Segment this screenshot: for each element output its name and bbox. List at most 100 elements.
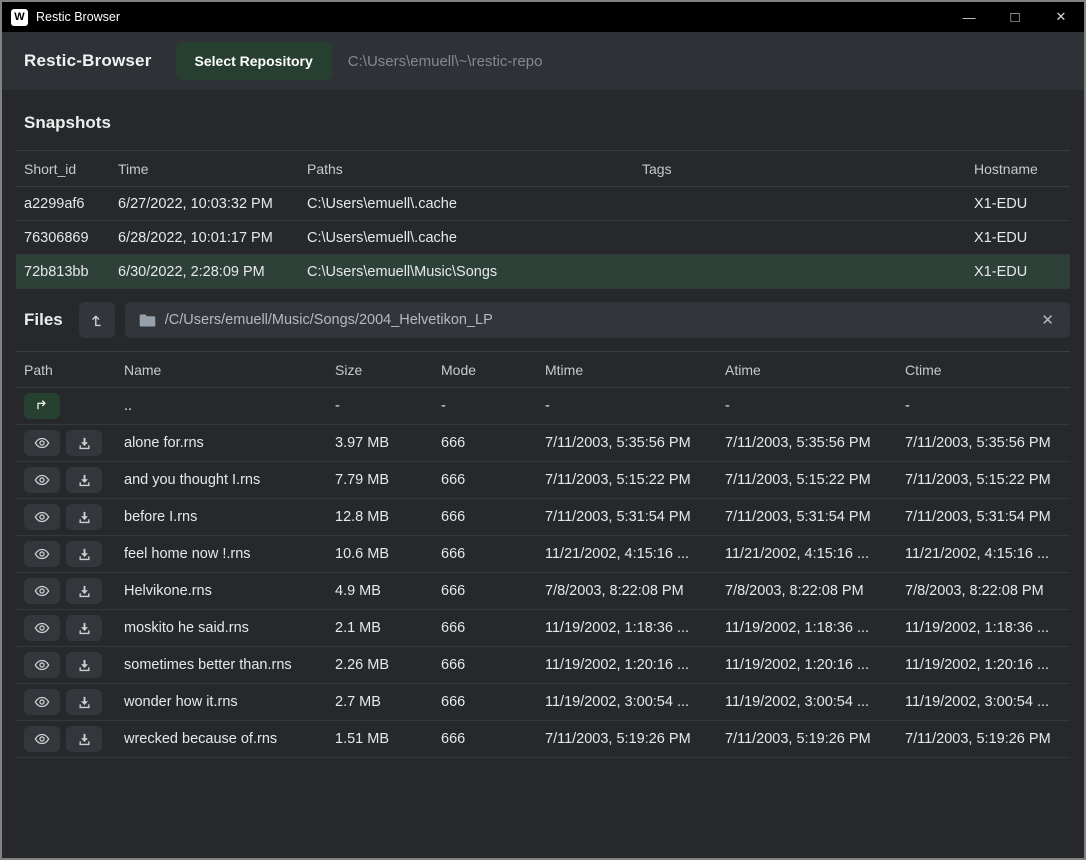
window-title: Restic Browser <box>36 10 946 24</box>
file-name: sometimes better than.rns <box>116 657 327 673</box>
download-file-button[interactable] <box>66 652 102 678</box>
folder-icon <box>139 313 156 328</box>
repository-path: C:\Users\emuell\~\restic-repo <box>348 53 543 70</box>
file-ctime: 7/11/2003, 5:19:26 PM <box>897 731 1070 747</box>
file-size: 4.9 MB <box>327 583 433 599</box>
close-icon: ✕ <box>1056 9 1067 25</box>
snapshot-paths: C:\Users\emuell\.cache <box>299 230 634 246</box>
file-ctime: 7/11/2003, 5:15:22 PM <box>897 472 1070 488</box>
app-title: Restic-Browser <box>24 51 152 71</box>
download-file-button[interactable] <box>66 467 102 493</box>
file-mode: 666 <box>433 435 537 451</box>
go-up-level-button[interactable] <box>79 302 115 338</box>
file-name: feel home now !.rns <box>116 546 327 562</box>
download-icon <box>77 436 92 451</box>
file-mtime: 7/11/2003, 5:19:26 PM <box>537 731 717 747</box>
preview-file-button[interactable] <box>24 689 60 715</box>
eye-icon <box>34 546 50 562</box>
file-mode: 666 <box>433 546 537 562</box>
file-ctime: 11/21/2002, 4:15:16 ... <box>897 546 1070 562</box>
download-file-button[interactable] <box>66 578 102 604</box>
file-size: 12.8 MB <box>327 509 433 525</box>
snapshot-row[interactable]: 76306869 6/28/2022, 10:01:17 PM C:\Users… <box>16 221 1070 255</box>
eye-icon <box>34 583 50 599</box>
file-row: and you thought I.rns 7.79 MB 666 7/11/2… <box>16 462 1070 499</box>
file-size: - <box>327 398 433 414</box>
download-icon <box>77 621 92 636</box>
file-name: alone for.rns <box>116 435 327 451</box>
minimize-button[interactable]: — <box>946 2 992 32</box>
download-file-button[interactable] <box>66 726 102 752</box>
preview-file-button[interactable] <box>24 430 60 456</box>
download-icon <box>77 510 92 525</box>
download-file-button[interactable] <box>66 430 102 456</box>
snapshot-short-id: 72b813bb <box>16 264 110 280</box>
snapshot-row-selected[interactable]: 72b813bb 6/30/2022, 2:28:09 PM C:\Users\… <box>16 255 1070 289</box>
preview-file-button[interactable] <box>24 578 60 604</box>
download-file-button[interactable] <box>66 689 102 715</box>
file-mtime: 11/19/2002, 1:20:16 ... <box>537 657 717 673</box>
file-name: .. <box>116 398 327 414</box>
download-file-button[interactable] <box>66 615 102 641</box>
file-mode: 666 <box>433 509 537 525</box>
snapshots-section-title: Snapshots <box>2 90 1084 150</box>
download-file-button[interactable] <box>66 541 102 567</box>
column-header-mode: Mode <box>433 362 537 378</box>
file-row: Helvikone.rns 4.9 MB 666 7/8/2003, 8:22:… <box>16 573 1070 610</box>
preview-file-button[interactable] <box>24 504 60 530</box>
clear-path-icon: ✕ <box>1041 312 1054 329</box>
eye-icon <box>34 435 50 451</box>
column-header-ctime: Ctime <box>897 362 1070 378</box>
minimize-icon: — <box>963 10 976 25</box>
file-atime: 11/19/2002, 1:20:16 ... <box>717 657 897 673</box>
file-mtime: 7/8/2003, 8:22:08 PM <box>537 583 717 599</box>
file-mode: 666 <box>433 472 537 488</box>
file-row: sometimes better than.rns 2.26 MB 666 11… <box>16 647 1070 684</box>
app-icon-letter: W <box>14 11 24 23</box>
download-icon <box>77 584 92 599</box>
preview-file-button[interactable] <box>24 726 60 752</box>
go-parent-directory-button[interactable] <box>24 393 60 419</box>
file-size: 7.79 MB <box>327 472 433 488</box>
snapshot-time: 6/28/2022, 10:01:17 PM <box>110 230 299 246</box>
maximize-icon: □ <box>1010 9 1019 26</box>
preview-file-button[interactable] <box>24 652 60 678</box>
close-button[interactable]: ✕ <box>1038 2 1084 32</box>
file-name: wonder how it.rns <box>116 694 327 710</box>
file-size: 3.97 MB <box>327 435 433 451</box>
snapshot-short-id: 76306869 <box>16 230 110 246</box>
select-repository-button[interactable]: Select Repository <box>176 42 332 80</box>
file-row: moskito he said.rns 2.1 MB 666 11/19/200… <box>16 610 1070 647</box>
download-icon <box>77 695 92 710</box>
preview-file-button[interactable] <box>24 615 60 641</box>
preview-file-button[interactable] <box>24 541 60 567</box>
file-mtime: 7/11/2003, 5:35:56 PM <box>537 435 717 451</box>
file-ctime: 11/19/2002, 1:20:16 ... <box>897 657 1070 673</box>
eye-icon <box>34 620 50 636</box>
snapshot-row[interactable]: a2299af6 6/27/2022, 10:03:32 PM C:\Users… <box>16 187 1070 221</box>
clear-path-button[interactable]: ✕ <box>1039 311 1056 329</box>
maximize-button[interactable]: □ <box>992 2 1038 32</box>
snapshot-hostname: X1-EDU <box>966 264 1070 280</box>
column-header-short-id: Short_id <box>16 161 110 177</box>
eye-icon <box>34 509 50 525</box>
snapshot-time: 6/30/2022, 2:28:09 PM <box>110 264 299 280</box>
column-header-size: Size <box>327 362 433 378</box>
column-header-tags: Tags <box>634 161 966 177</box>
current-path-bar: /C/Users/emuell/Music/Songs/2004_Helveti… <box>125 302 1070 338</box>
file-atime: 7/11/2003, 5:35:56 PM <box>717 435 897 451</box>
column-header-time: Time <box>110 161 299 177</box>
snapshot-hostname: X1-EDU <box>966 230 1070 246</box>
files-section-title: Files <box>16 310 69 330</box>
download-file-button[interactable] <box>66 504 102 530</box>
snapshot-hostname: X1-EDU <box>966 196 1070 212</box>
file-mode: 666 <box>433 620 537 636</box>
file-atime: 7/11/2003, 5:31:54 PM <box>717 509 897 525</box>
file-row: before I.rns 12.8 MB 666 7/11/2003, 5:31… <box>16 499 1070 536</box>
file-mtime: - <box>537 398 717 414</box>
download-icon <box>77 658 92 673</box>
file-row: wonder how it.rns 2.7 MB 666 11/19/2002,… <box>16 684 1070 721</box>
column-header-hostname: Hostname <box>966 161 1070 177</box>
column-header-name: Name <box>116 362 327 378</box>
preview-file-button[interactable] <box>24 467 60 493</box>
